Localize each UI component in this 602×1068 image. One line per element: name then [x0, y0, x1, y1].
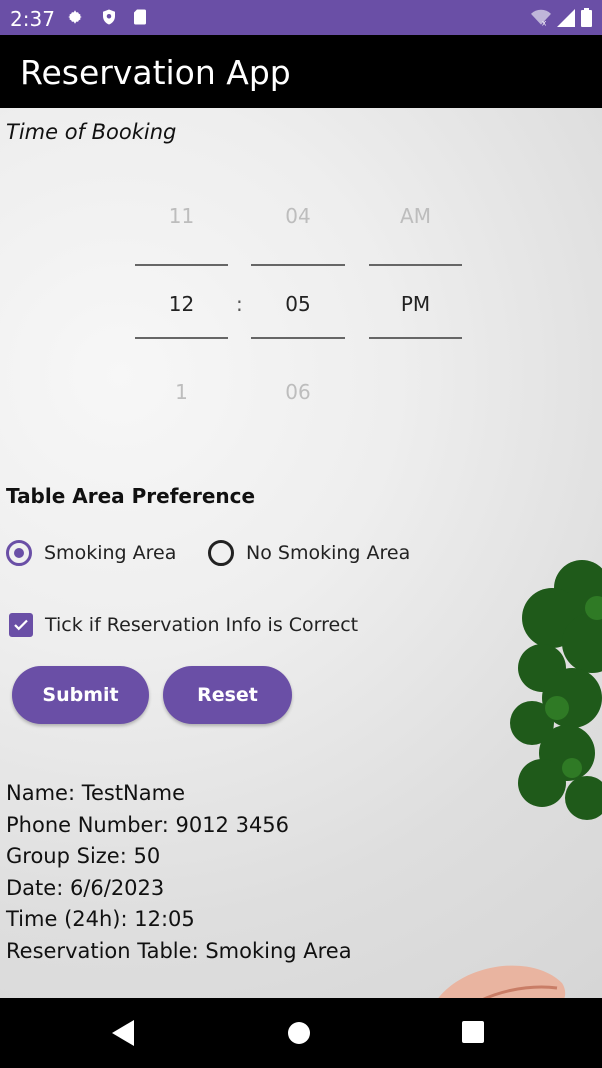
minute-divider-bottom	[251, 337, 345, 339]
confirm-label: Tick if Reservation Info is Correct	[45, 614, 359, 636]
battery-icon	[581, 8, 592, 27]
status-time: 2:37	[10, 7, 55, 31]
ampm-prev[interactable]: AM	[369, 204, 462, 228]
minute-prev[interactable]: 04	[251, 204, 345, 228]
ampm-divider-bottom	[369, 337, 462, 339]
hour-next[interactable]: 1	[135, 380, 228, 404]
radio-button-unselected[interactable]	[208, 540, 234, 566]
summary-table: Reservation Table: Smoking Area	[6, 938, 352, 963]
table-area-title: Table Area Preference	[6, 484, 256, 508]
summary-name: Name: TestName	[6, 781, 186, 805]
reset-button[interactable]: Reset	[163, 666, 292, 724]
time-separator: :	[236, 292, 243, 316]
summary-phone: Phone Number: 9012 3456	[6, 812, 290, 837]
radio-no-smoking-label: No Smoking Area	[246, 542, 411, 564]
confirm-checkbox[interactable]	[9, 613, 33, 637]
hour-divider-top	[135, 264, 228, 266]
radio-smoking-label: Smoking Area	[44, 542, 177, 564]
sd-card-icon	[134, 9, 146, 25]
submit-button[interactable]: Submit	[12, 666, 149, 724]
status-bar: 2:37 x	[0, 0, 602, 35]
reservation-summary: Name: TestName Phone Number: 9012 3456 G…	[6, 778, 352, 968]
wifi-icon: x	[531, 9, 551, 27]
home-icon[interactable]	[287, 1021, 311, 1045]
ampm-selected[interactable]: PM	[369, 292, 462, 316]
summary-time: Time (24h): 12:05	[6, 907, 195, 932]
summary-group: Group Size: 50	[6, 844, 161, 869]
minute-next[interactable]: 06	[251, 380, 345, 404]
parsley-decoration	[510, 560, 602, 820]
back-icon[interactable]	[112, 1020, 136, 1046]
signal-icon	[557, 8, 575, 27]
app-title: Reservation App	[20, 53, 291, 92]
hour-divider-bottom	[135, 337, 228, 339]
recents-icon[interactable]	[462, 1021, 484, 1043]
gear-icon	[68, 10, 82, 24]
svg-text:x: x	[542, 18, 547, 27]
app-bar: Reservation App	[0, 35, 602, 108]
minute-selected[interactable]: 05	[251, 292, 345, 316]
status-right-icons: x	[531, 8, 592, 27]
hour-prev[interactable]: 11	[135, 204, 228, 228]
radio-button-selected[interactable]	[6, 540, 32, 566]
radio-no-smoking[interactable]: No Smoking Area	[208, 540, 410, 566]
shield-icon	[103, 9, 115, 25]
hour-selected[interactable]: 12	[135, 292, 228, 316]
time-of-booking-label: Time of Booking	[6, 120, 177, 144]
minute-divider-top	[251, 264, 345, 266]
navigation-bar	[0, 998, 602, 1068]
ampm-divider-top	[369, 264, 462, 266]
check-icon	[14, 619, 28, 631]
summary-date: Date: 6/6/2023	[6, 875, 165, 900]
radio-smoking[interactable]: Smoking Area	[6, 540, 176, 566]
